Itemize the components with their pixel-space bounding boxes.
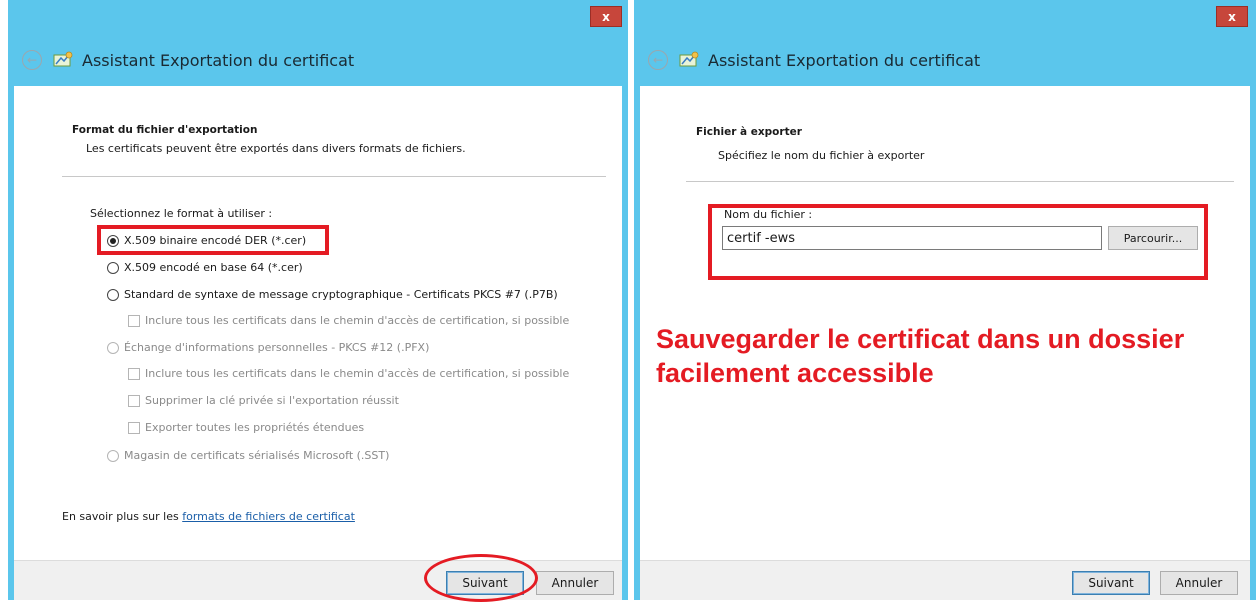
section-title: Fichier à exporter [696,126,802,138]
learn-more-prefix: En savoir plus sur les [62,510,183,523]
radio-sst[interactable] [107,450,119,462]
export-wizard-window-format: x ← Assistant Exportation du certificat … [8,0,628,602]
radio-pkcs7[interactable] [107,289,119,301]
checkbox-delete-private-key[interactable] [128,395,140,407]
radio-pkcs12[interactable] [107,342,119,354]
back-arrow-icon[interactable]: ← [22,50,42,70]
select-format-label: Sélectionnez le format à utiliser : [90,207,273,220]
checkbox-pkcs7-include-all[interactable] [128,315,140,327]
wizard-title: Assistant Exportation du certificat [82,50,355,70]
certificate-wizard-icon [53,51,73,67]
option-label-pkcs12-include-all: Inclure tous les certificats dans le che… [145,367,570,380]
cancel-button[interactable]: Annuler [1160,571,1238,595]
option-label-pkcs7[interactable]: Standard de syntaxe de message cryptogra… [124,288,558,301]
close-icon: x [1228,9,1236,24]
wizard-content: Fichier à exporter Spécifiez le nom du f… [640,86,1250,560]
radio-base64[interactable] [107,262,119,274]
learn-more-text: En savoir plus sur les formats de fichie… [62,510,355,523]
option-label-base64[interactable]: X.509 encodé en base 64 (*.cer) [124,261,303,274]
checkbox-pkcs12-include-all[interactable] [128,368,140,380]
cancel-button[interactable]: Annuler [536,571,614,595]
close-button[interactable]: x [1216,6,1248,27]
learn-more-link[interactable]: formats de fichiers de certificat [182,510,355,523]
wizard-header: ← Assistant Exportation du certificat [8,36,628,84]
close-button[interactable]: x [590,6,622,27]
option-label-sst: Magasin de certificats sérialisés Micros… [124,449,390,462]
option-label-pkcs12: Échange d'informations personnelles - PK… [124,341,430,354]
back-arrow-icon[interactable]: ← [648,50,668,70]
header-separator [686,181,1234,182]
wizard-title: Assistant Exportation du certificat [708,50,981,70]
option-label-export-extended: Exporter toutes les propriétés étendues [145,421,365,434]
section-title: Format du fichier d'exportation [72,124,258,136]
highlight-box-filename [708,204,1208,280]
wizard-footer: Suivant Annuler [640,560,1250,600]
section-description: Spécifiez le nom du fichier à exporter [718,149,925,162]
certificate-wizard-icon [679,51,699,67]
wizard-header: ← Assistant Exportation du certificat [634,36,1256,84]
export-wizard-window-filename: x ← Assistant Exportation du certificat … [634,0,1256,600]
checkbox-export-extended-properties[interactable] [128,422,140,434]
highlight-box-der [97,225,329,255]
annotation-text: Sauvegarder le certificat dans un dossie… [656,324,1185,388]
highlight-ellipse-next [424,554,538,602]
option-label-pkcs7-include-all: Inclure tous les certificats dans le che… [145,314,570,327]
close-icon: x [602,9,610,24]
next-button[interactable]: Suivant [1072,571,1150,595]
section-description: Les certificats peuvent être exportés da… [86,142,466,155]
option-label-delete-private-key: Supprimer la clé privée si l'exportation… [145,394,399,407]
wizard-content: Format du fichier d'exportation Les cert… [14,86,622,560]
header-separator [62,176,606,177]
